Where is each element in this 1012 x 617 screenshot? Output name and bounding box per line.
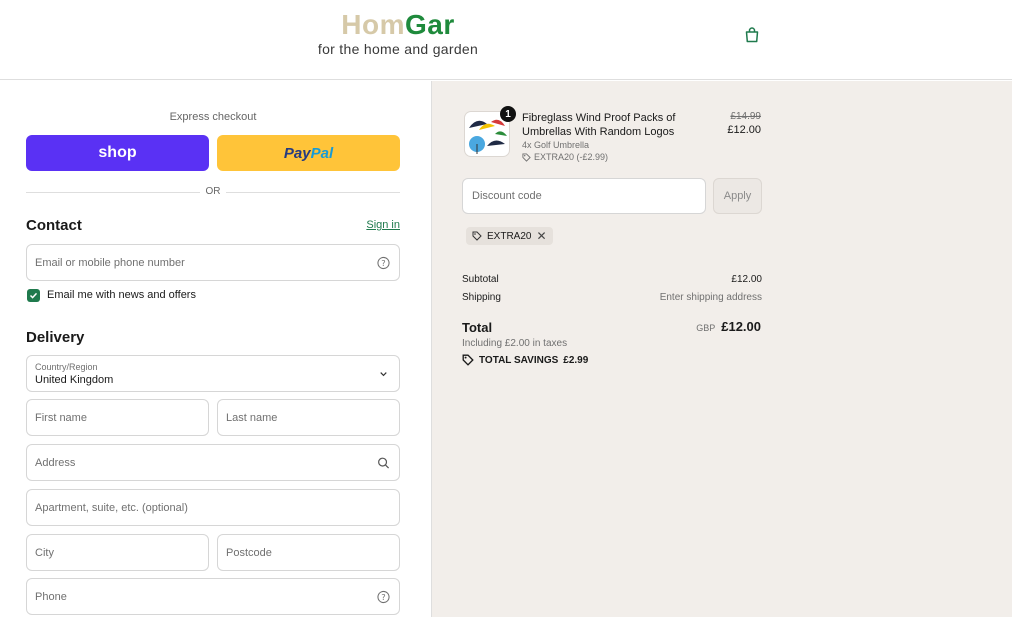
paypal-label-pal: Pal	[310, 144, 334, 162]
product-discount-text: EXTRA20 (-£2.99)	[534, 152, 609, 162]
apply-button[interactable]: Apply	[713, 178, 762, 214]
chevron-down-icon	[380, 371, 387, 376]
logo-word-gar: Gar	[404, 9, 455, 40]
quantity-badge: 1	[500, 106, 516, 122]
shop-pay-label: shop	[98, 144, 137, 161]
svg-text:?: ?	[381, 257, 385, 267]
paypal-label-pay: Pay	[283, 144, 311, 162]
delivery-heading: Delivery	[26, 329, 85, 346]
first-name-field[interactable]: First name	[26, 399, 209, 436]
email-placeholder: Email or mobile phone number	[35, 256, 185, 269]
phone-field[interactable]: Phone ?	[26, 578, 400, 615]
discount-code-placeholder: Discount code	[472, 190, 542, 202]
city-placeholder: City	[35, 546, 54, 559]
or-divider-label: OR	[200, 186, 226, 197]
first-name-placeholder: First name	[35, 411, 87, 424]
applied-discount-code: EXTRA20	[487, 230, 532, 242]
email-field[interactable]: Email or mobile phone number ?	[26, 244, 400, 281]
address-placeholder: Address	[35, 456, 76, 469]
total-amount: £12.00	[721, 319, 761, 334]
site-header: HomGar for the home and garden	[0, 0, 1012, 80]
apartment-field[interactable]: Apartment, suite, etc. (optional)	[26, 489, 400, 526]
svg-text:?: ?	[381, 591, 385, 601]
tag-icon	[462, 354, 474, 366]
last-name-placeholder: Last name	[226, 411, 278, 424]
subtotal-value: £12.00	[731, 274, 762, 285]
shopping-bag-icon[interactable]	[743, 26, 761, 44]
total-label: Total	[462, 320, 493, 335]
shipping-row: Shipping Enter shipping address	[462, 292, 762, 303]
logo-tagline: for the home and garden	[317, 41, 479, 57]
shop-pay-button[interactable]: shop	[26, 135, 209, 171]
last-name-field[interactable]: Last name	[217, 399, 400, 436]
currency-code: GBP	[696, 323, 716, 333]
current-price: £12.00	[727, 124, 761, 136]
country-label: Country/Region	[35, 362, 98, 372]
phone-placeholder: Phone	[35, 590, 67, 603]
savings-value: £2.99	[563, 354, 589, 366]
checkout-form: Express checkout shop Pay Pal OR Contact …	[0, 81, 430, 617]
express-checkout-label: Express checkout	[169, 111, 257, 123]
product-thumbnail: 1	[464, 106, 516, 157]
city-field[interactable]: City	[26, 534, 209, 571]
help-circle-icon[interactable]: ?	[377, 590, 390, 603]
checkmark-icon	[29, 292, 38, 299]
country-value: United Kingdom	[35, 374, 114, 386]
product-title: Fibreglass Wind Proof Packs of Umbrellas…	[522, 112, 676, 138]
address-field[interactable]: Address	[26, 444, 400, 481]
tag-icon	[522, 152, 531, 162]
savings-label: TOTAL SAVINGS	[479, 354, 559, 366]
help-circle-icon[interactable]: ?	[377, 256, 390, 269]
product-variant: 4x Golf Umbrella	[522, 140, 590, 150]
sign-in-link[interactable]: Sign in	[366, 219, 400, 231]
total-savings: TOTAL SAVINGS £2.99	[462, 354, 588, 366]
tag-icon	[472, 231, 482, 241]
shipping-value: Enter shipping address	[659, 292, 762, 303]
contact-heading: Contact	[26, 217, 82, 234]
remove-discount-icon[interactable]: ✕	[536, 229, 546, 243]
discount-code-field[interactable]: Discount code	[462, 178, 706, 214]
original-price: £14.99	[730, 111, 761, 122]
subtotal-label: Subtotal	[462, 274, 499, 285]
apartment-placeholder: Apartment, suite, etc. (optional)	[35, 501, 188, 514]
order-summary: 1 Fibreglass Wind Proof Packs of Umbrell…	[431, 81, 1012, 617]
applied-discount-chip: EXTRA20 ✕	[466, 227, 553, 245]
subtotal-row: Subtotal £12.00	[462, 274, 762, 285]
newsletter-label: Email me with news and offers	[47, 289, 196, 301]
paypal-button[interactable]: Pay Pal	[217, 135, 400, 171]
country-select[interactable]: Country/Region United Kingdom	[26, 355, 400, 392]
logo-word-hom: Hom	[341, 9, 405, 40]
total-value: GBP £12.00	[696, 319, 761, 334]
taxes-note: Including £2.00 in taxes	[462, 338, 568, 349]
postcode-placeholder: Postcode	[226, 546, 272, 559]
shipping-label: Shipping	[462, 292, 501, 303]
product-discount: EXTRA20 (-£2.99)	[522, 152, 608, 162]
homgar-logo[interactable]: HomGar for the home and garden	[303, 9, 493, 58]
newsletter-checkbox[interactable]	[27, 289, 40, 302]
search-icon	[378, 457, 390, 469]
postcode-field[interactable]: Postcode	[217, 534, 400, 571]
